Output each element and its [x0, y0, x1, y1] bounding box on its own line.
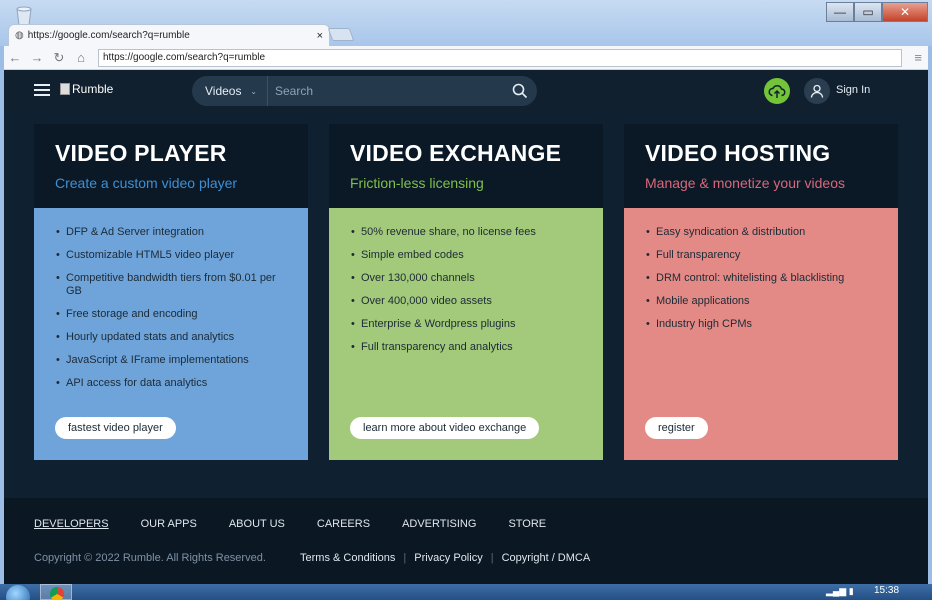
list-item: 50% revenue share, no license fees	[351, 226, 581, 239]
reload-icon[interactable]: ↻	[48, 50, 70, 66]
list-item: DRM control: whitelisting & blacklisting	[646, 272, 876, 285]
dmca-link[interactable]: Copyright / DMCA	[502, 552, 591, 564]
list-item: Simple embed codes	[351, 249, 581, 262]
card-video-exchange: VIDEO EXCHANGE Friction-less licensing 5…	[329, 124, 603, 460]
list-item: Mobile applications	[646, 295, 876, 308]
address-bar[interactable]: https://google.com/search?q=rumble	[98, 48, 902, 67]
rumble-logo[interactable]: Rumble	[60, 82, 113, 96]
browser-window: ◍ https://google.com/search?q=rumble × —…	[0, 0, 932, 584]
new-tab-button[interactable]	[327, 28, 355, 41]
card-body: 50% revenue share, no license fees Simpl…	[329, 208, 603, 460]
recycle-bin-icon	[16, 6, 32, 26]
card-header: VIDEO PLAYER Create a custom video playe…	[34, 124, 308, 208]
footer-link-our-apps[interactable]: OUR APPS	[141, 518, 197, 530]
globe-icon: ◍	[15, 30, 24, 41]
list-item: Full transparency	[646, 249, 876, 262]
minimize-button[interactable]: —	[826, 2, 854, 22]
search-input[interactable]	[268, 84, 503, 98]
site-footer: DEVELOPERS OUR APPS ABOUT US CAREERS ADV…	[4, 498, 928, 584]
search-bar: Videos ⌄	[192, 76, 537, 106]
clock: 15:38	[874, 585, 900, 596]
upload-button[interactable]	[764, 78, 790, 104]
back-arrow-icon[interactable]: ←	[4, 50, 26, 65]
list-item: Over 400,000 video assets	[351, 295, 581, 308]
footer-link-about-us[interactable]: ABOUT US	[229, 518, 285, 530]
browser-toolbar: ← → ↻ ⌂ https://google.com/search?q=rumb…	[4, 46, 928, 70]
footer-nav: DEVELOPERS OUR APPS ABOUT US CAREERS ADV…	[34, 518, 578, 530]
card-video-player: VIDEO PLAYER Create a custom video playe…	[34, 124, 308, 460]
hamburger-menu-icon[interactable]	[34, 84, 50, 96]
feature-cards: VIDEO PLAYER Create a custom video playe…	[34, 124, 898, 460]
start-button[interactable]	[6, 585, 30, 600]
broken-image-icon	[60, 83, 70, 95]
chrome-icon	[50, 587, 64, 600]
home-icon[interactable]: ⌂	[70, 50, 92, 65]
legal-links: Terms & Conditions | Privacy Policy | Co…	[300, 552, 590, 564]
browser-tab[interactable]: ◍ https://google.com/search?q=rumble ×	[8, 24, 330, 46]
search-category-label: Videos	[205, 84, 242, 98]
list-item: Hourly updated stats and analytics	[56, 331, 286, 344]
card-video-hosting: VIDEO HOSTING Manage & monetize your vid…	[624, 124, 898, 460]
tab-close-icon[interactable]: ×	[317, 30, 323, 42]
site-header: Rumble Videos ⌄ Search Sign In	[4, 70, 928, 112]
card-title: VIDEO HOSTING	[645, 140, 831, 166]
card-title: VIDEO PLAYER	[55, 140, 227, 166]
feature-list: DFP & Ad Server integration Customizable…	[56, 226, 286, 390]
taskbar-chrome-button[interactable]	[40, 584, 72, 600]
footer-link-developers[interactable]: DEVELOPERS	[34, 518, 109, 530]
card-body: DFP & Ad Server integration Customizable…	[34, 208, 308, 460]
cloud-upload-icon	[768, 84, 786, 98]
learn-more-exchange-button[interactable]: learn more about video exchange	[350, 417, 540, 439]
user-avatar[interactable]	[804, 78, 830, 104]
list-item: Full transparency and analytics	[351, 341, 581, 354]
list-item: DFP & Ad Server integration	[56, 226, 286, 239]
tab-title: https://google.com/search?q=rumble	[27, 30, 190, 41]
list-item: API access for data analytics	[56, 377, 286, 390]
separator: |	[490, 552, 494, 564]
card-body: Easy syndication & distribution Full tra…	[624, 208, 898, 460]
copyright-text: Copyright © 2022 Rumble. All Rights Rese…	[34, 552, 266, 564]
maximize-button[interactable]: ▭	[854, 2, 882, 22]
list-item: Free storage and encoding	[56, 308, 286, 321]
card-title: VIDEO EXCHANGE	[350, 140, 562, 166]
list-item: Enterprise & Wordpress plugins	[351, 318, 581, 331]
user-icon	[810, 84, 824, 98]
title-bar: ◍ https://google.com/search?q=rumble × —…	[0, 0, 932, 46]
terms-link[interactable]: Terms & Conditions	[300, 552, 395, 564]
separator: |	[403, 552, 407, 564]
list-item: Over 130,000 channels	[351, 272, 581, 285]
footer-link-store[interactable]: STORE	[508, 518, 546, 530]
card-header: VIDEO EXCHANGE Friction-less licensing	[329, 124, 603, 208]
logo-text: Rumble	[72, 82, 114, 96]
privacy-link[interactable]: Privacy Policy	[414, 552, 482, 564]
footer-link-careers[interactable]: CAREERS	[317, 518, 370, 530]
taskbar: ▂▄▆ ▮ 15:38	[0, 584, 932, 600]
list-item: Industry high CPMs	[646, 318, 876, 331]
feature-list: 50% revenue share, no license fees Simpl…	[351, 226, 581, 354]
chevron-down-icon: ⌄	[250, 86, 257, 96]
web-page: Rumble Videos ⌄ Search Sign In VIDEO PLA…	[4, 70, 928, 584]
list-item: Easy syndication & distribution	[646, 226, 876, 239]
sign-in-link[interactable]: Sign In	[836, 84, 870, 96]
list-item: JavaScript & IFrame implementations	[56, 354, 286, 367]
forward-arrow-icon[interactable]: →	[26, 50, 48, 65]
close-window-button[interactable]: ✕	[882, 2, 928, 22]
search-category-select[interactable]: Videos ⌄	[192, 76, 268, 106]
card-header: VIDEO HOSTING Manage & monetize your vid…	[624, 124, 898, 208]
card-subtitle: Create a custom video player	[55, 175, 238, 191]
network-icon[interactable]: ▂▄▆ ▮	[826, 586, 854, 597]
card-subtitle: Friction-less licensing	[350, 175, 484, 191]
list-item: Competitive bandwidth tiers from $0.01 p…	[56, 272, 286, 298]
fastest-video-player-button[interactable]: fastest video player	[55, 417, 176, 439]
list-item: Customizable HTML5 video player	[56, 249, 286, 262]
feature-list: Easy syndication & distribution Full tra…	[646, 226, 876, 331]
browser-menu-icon[interactable]: ≡	[914, 50, 922, 65]
register-button[interactable]: register	[645, 417, 708, 439]
search-icon[interactable]	[503, 83, 537, 99]
card-subtitle: Manage & monetize your videos	[645, 175, 845, 191]
footer-link-advertising[interactable]: ADVERTISING	[402, 518, 476, 530]
